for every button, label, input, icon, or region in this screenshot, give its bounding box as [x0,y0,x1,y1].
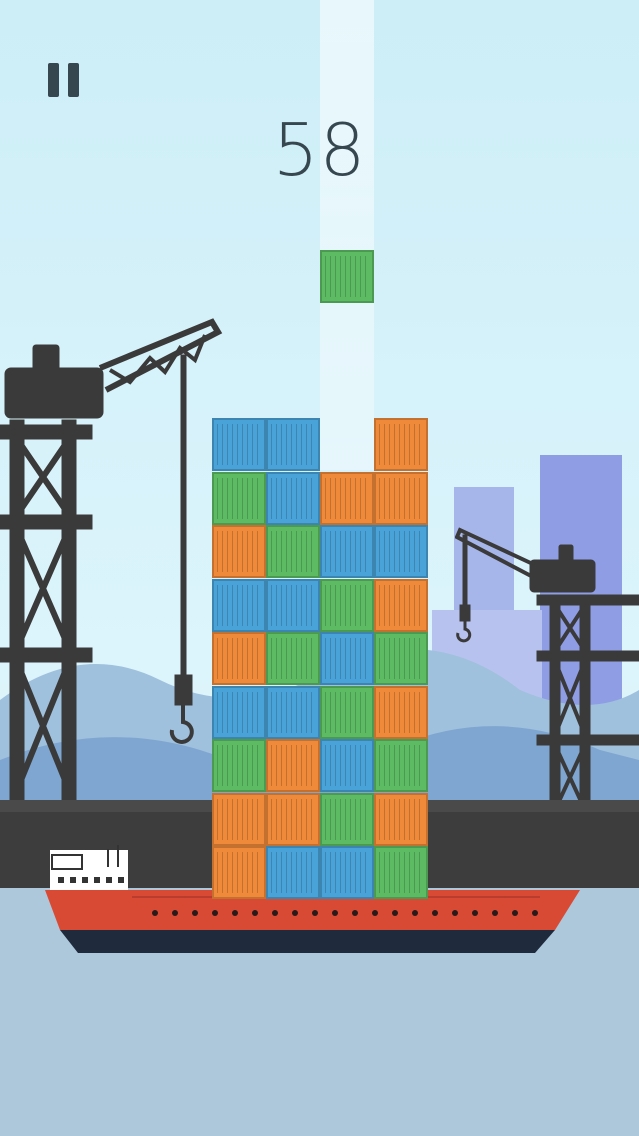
stacked-container [320,685,374,739]
falling-container [320,250,374,303]
stacked-container [266,632,320,685]
stacked-container [266,846,320,899]
stacked-container [212,685,266,739]
stacked-container [212,846,266,899]
stacked-container [374,846,428,899]
left-crane [0,318,223,810]
stacked-container [212,471,266,525]
stacked-container [374,792,428,846]
stacked-container [212,525,266,578]
stacked-container [320,525,374,578]
stacked-container [212,739,266,792]
stacked-container [212,792,266,846]
stacked-container [320,846,374,899]
stacked-container [374,739,428,792]
stacked-container [266,578,320,632]
stacked-container [266,471,320,525]
stacked-container [266,739,320,792]
stacked-container [266,792,320,846]
stacked-container [374,418,428,471]
stacked-container [320,739,374,792]
stacked-container [320,471,374,525]
stacked-container [374,471,428,525]
pause-icon [48,63,59,97]
pause-button[interactable] [48,63,82,97]
game-stage[interactable]: 58 [0,0,639,1136]
right-crane [455,527,639,815]
stacked-container [374,578,428,632]
stacked-container [212,418,266,471]
stacked-container [212,578,266,632]
ship-keel [60,930,555,953]
stacked-container [266,525,320,578]
stacked-container [320,578,374,632]
score-counter: 58 [272,108,367,192]
stacked-container [266,685,320,739]
stacked-container [374,685,428,739]
stacked-container [266,418,320,471]
stacked-container [320,792,374,846]
stacked-container [212,632,266,685]
stacked-container [320,632,374,685]
stacked-container [374,525,428,578]
stacked-container [374,632,428,685]
